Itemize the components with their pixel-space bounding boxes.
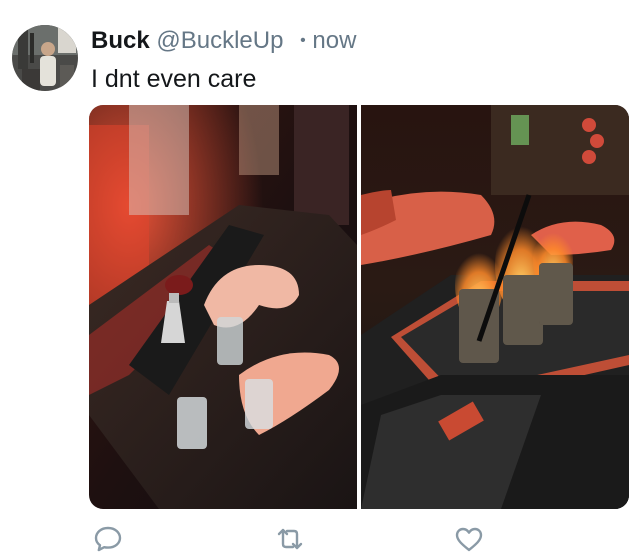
media-grid	[89, 105, 629, 509]
author-name[interactable]: Buck	[91, 27, 150, 54]
avatar-photo	[12, 25, 78, 91]
right-photo[interactable]	[361, 105, 629, 509]
author-handle[interactable]: @BuckleUp	[156, 27, 283, 54]
tweet-header: Buck @BuckleUp • now	[91, 26, 356, 56]
separator-dot: •	[300, 32, 306, 49]
tweet-actions	[0, 524, 640, 554]
retweet-arrows-icon	[277, 528, 303, 550]
timestamp[interactable]: now	[312, 27, 356, 54]
avatar[interactable]	[12, 25, 78, 91]
left-photo[interactable]	[89, 105, 357, 509]
reply-button[interactable]	[92, 524, 124, 554]
speech-bubble-icon	[94, 526, 122, 552]
heart-icon	[455, 527, 483, 552]
retweet-button[interactable]	[274, 524, 306, 554]
tweet-text: I dnt even care	[91, 65, 257, 93]
like-button[interactable]	[453, 524, 485, 554]
